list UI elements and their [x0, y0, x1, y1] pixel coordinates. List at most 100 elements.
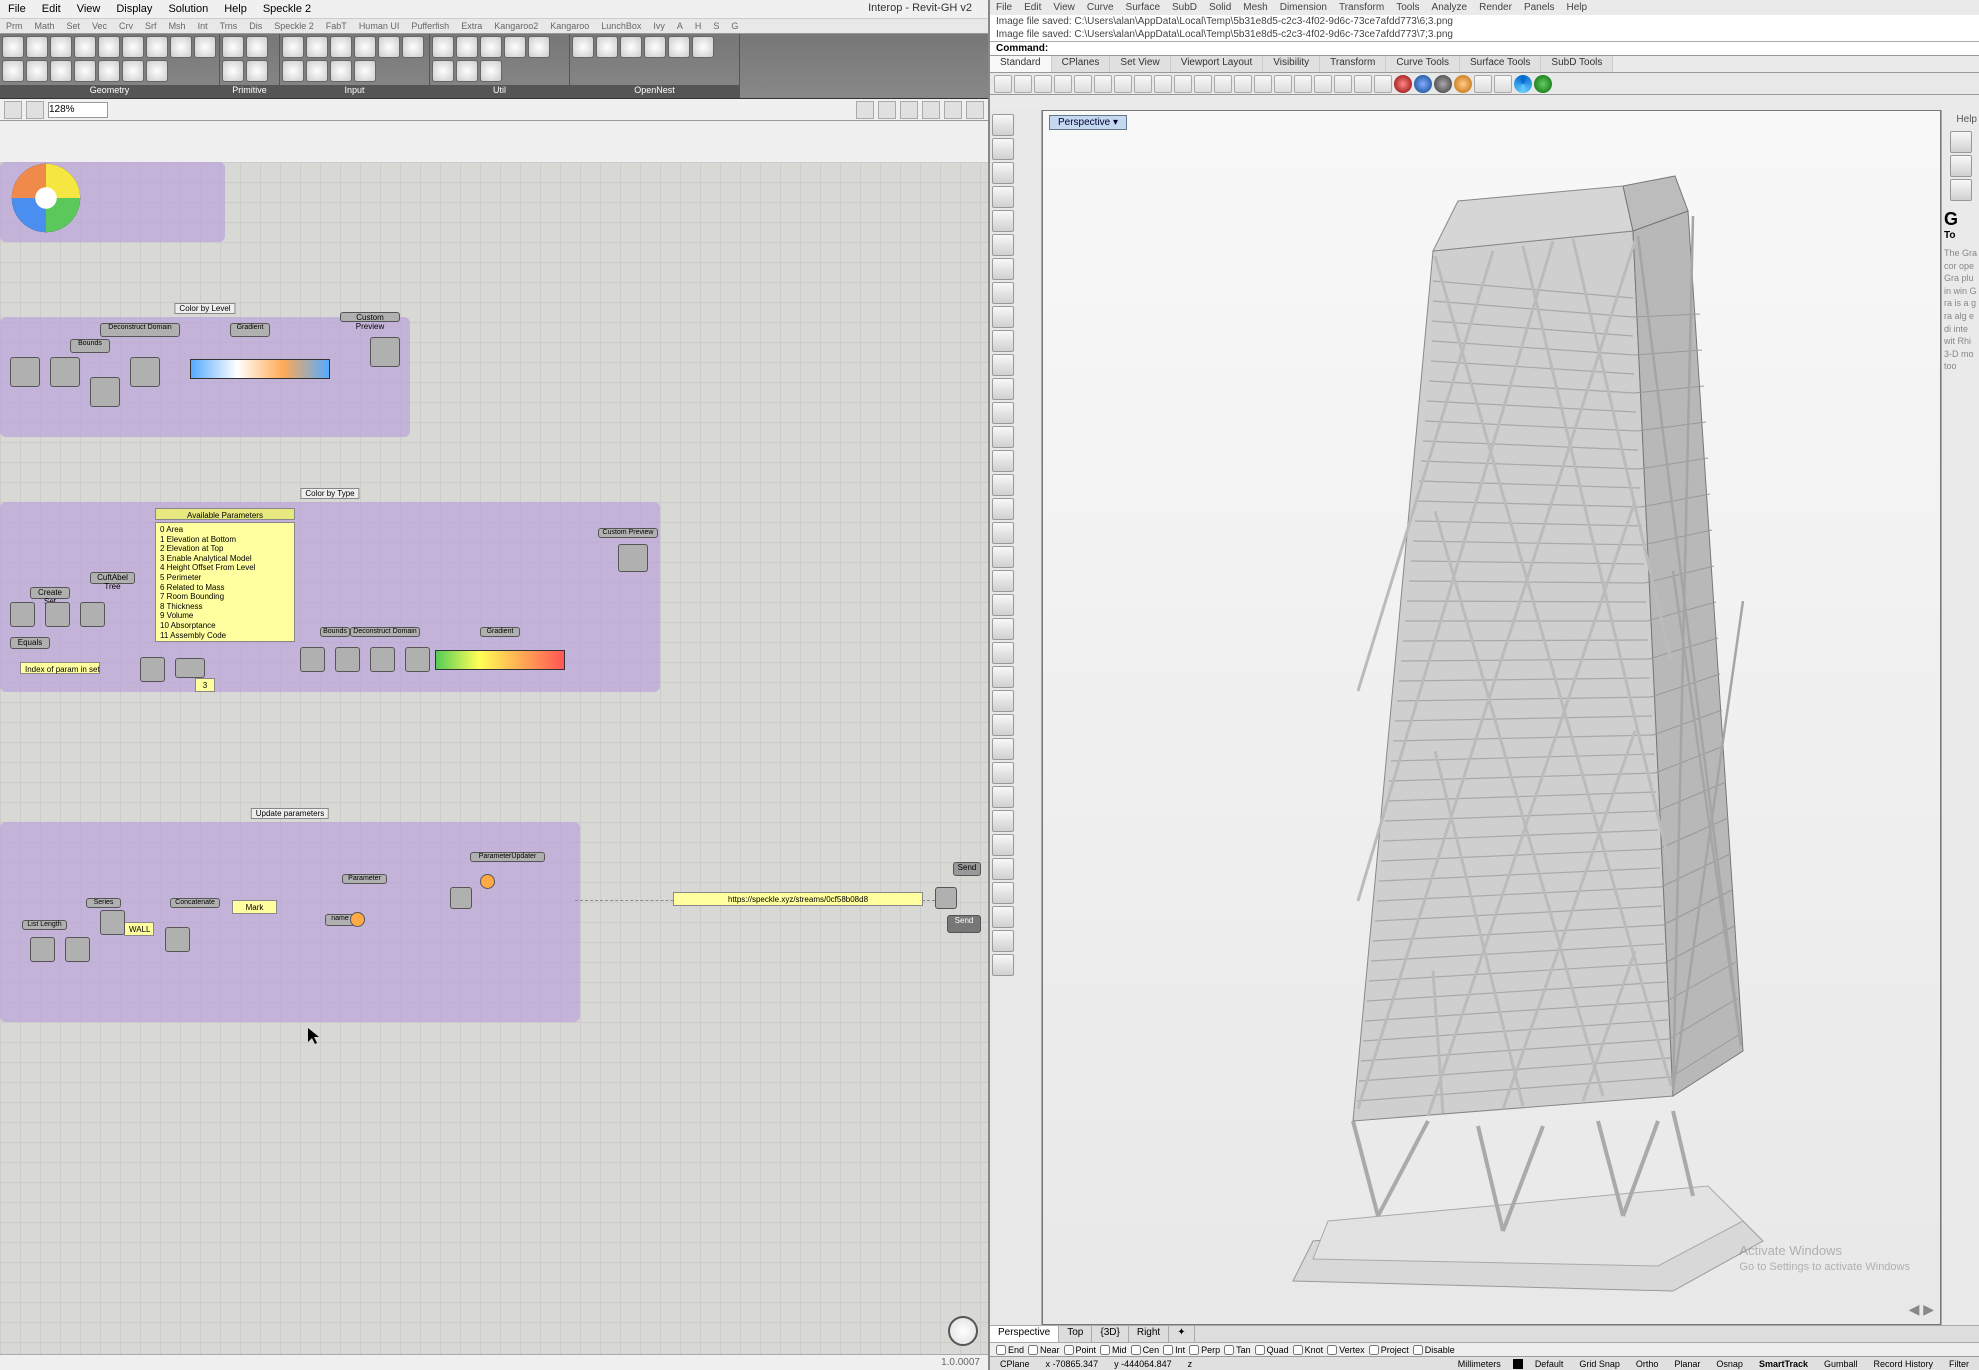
gh-tab-humanui[interactable]: Human UI: [353, 21, 406, 31]
redo-icon[interactable]: [1154, 75, 1172, 93]
zoom-icon[interactable]: [1174, 75, 1192, 93]
osnap-quad[interactable]: Quad: [1255, 1345, 1289, 1355]
node-concatenate[interactable]: Concatenate: [170, 898, 220, 908]
split-icon[interactable]: [992, 690, 1014, 712]
geometry-icon[interactable]: [50, 60, 72, 82]
status-filter[interactable]: Filter: [1945, 1359, 1973, 1369]
node-custom-preview[interactable]: Custom Preview: [598, 528, 658, 538]
gh-menu-edit[interactable]: Edit: [34, 3, 69, 15]
geometry-icon[interactable]: [146, 60, 168, 82]
util-icon[interactable]: [456, 36, 478, 58]
node-custom-preview[interactable]: Custom Preview: [340, 312, 400, 322]
input-icon[interactable]: [354, 36, 376, 58]
properties-icon[interactable]: [1374, 75, 1392, 93]
component-node[interactable]: [10, 357, 40, 387]
rh-command-line[interactable]: Command:: [990, 42, 1979, 56]
open-file-icon[interactable]: [4, 101, 22, 119]
select-icon[interactable]: [992, 114, 1014, 136]
osnap-disable[interactable]: Disable: [1413, 1345, 1455, 1355]
zoom-selected-icon[interactable]: [1214, 75, 1232, 93]
node-bounds[interactable]: Bounds: [320, 627, 350, 637]
component-node[interactable]: [335, 647, 360, 672]
rh-vtab-3d[interactable]: {3D}: [1092, 1326, 1128, 1342]
zoom-extents-icon[interactable]: [1194, 75, 1212, 93]
component-node[interactable]: [90, 377, 120, 407]
geometry-icon[interactable]: [146, 36, 168, 58]
util-icon[interactable]: [480, 36, 502, 58]
geometry-icon[interactable]: [122, 36, 144, 58]
gh-tab-g[interactable]: G: [725, 21, 744, 31]
chamfer-icon[interactable]: [992, 786, 1014, 808]
offset-icon[interactable]: [992, 810, 1014, 832]
zoom-input[interactable]: [48, 102, 108, 118]
preview-icon[interactable]: [878, 101, 896, 119]
geometry-icon[interactable]: [98, 60, 120, 82]
gh-canvas[interactable]: Color by Level Bounds Deconstruct Domain…: [0, 162, 988, 1354]
opennest-icon[interactable]: [644, 36, 666, 58]
rh-command-input[interactable]: [1052, 43, 1973, 54]
surface-icon[interactable]: [992, 450, 1014, 472]
dimension-icon[interactable]: [992, 858, 1014, 880]
gh-tab-lunchbox[interactable]: LunchBox: [595, 21, 647, 31]
rh-help-panel[interactable]: Help G To The Gra cor ope Gra plu in win…: [1941, 110, 1979, 1325]
gh-tab-kangaroo[interactable]: Kangaroo: [544, 21, 595, 31]
geometry-icon[interactable]: [194, 36, 216, 58]
rh-menu-help[interactable]: Help: [1561, 2, 1594, 13]
unlock-icon[interactable]: [1354, 75, 1372, 93]
rh-menu-dimension[interactable]: Dimension: [1274, 2, 1333, 13]
primitive-icon[interactable]: [222, 36, 244, 58]
rectangle-icon[interactable]: [992, 258, 1014, 280]
util-icon[interactable]: [528, 36, 550, 58]
util-icon[interactable]: [480, 60, 502, 82]
loft-icon[interactable]: [992, 474, 1014, 496]
rh-menu-file[interactable]: File: [990, 2, 1018, 13]
curve-icon[interactable]: [992, 354, 1014, 376]
rh-menu-surface[interactable]: Surface: [1120, 2, 1166, 13]
osnap-point[interactable]: Point: [1064, 1345, 1097, 1355]
geometry-icon[interactable]: [26, 60, 48, 82]
osnap-int[interactable]: Int: [1163, 1345, 1185, 1355]
osnap-cen[interactable]: Cen: [1131, 1345, 1160, 1355]
sun-icon[interactable]: [1454, 75, 1472, 93]
group-color-by-type[interactable]: Color by Type Available Parameters 0 Are…: [0, 502, 660, 692]
panel-tab-icon[interactable]: [1950, 179, 1972, 201]
component-node[interactable]: [30, 937, 55, 962]
rh-menu-render[interactable]: Render: [1473, 2, 1518, 13]
options-icon[interactable]: [1474, 75, 1492, 93]
geometry-icon[interactable]: [26, 36, 48, 58]
canvas-compass-icon[interactable]: [948, 1316, 978, 1346]
save-file-icon[interactable]: [26, 101, 44, 119]
add-viewport-icon[interactable]: ✦: [1169, 1326, 1194, 1342]
opennest-icon[interactable]: [572, 36, 594, 58]
util-icon[interactable]: [432, 60, 454, 82]
osnap-mid[interactable]: Mid: [1100, 1345, 1127, 1355]
gh-tab-vec[interactable]: Vec: [86, 21, 113, 31]
status-gridsnap[interactable]: Grid Snap: [1575, 1359, 1624, 1369]
component-node[interactable]: [10, 602, 35, 627]
status-layer[interactable]: Default: [1531, 1359, 1568, 1369]
geometry-icon[interactable]: [122, 60, 144, 82]
group-update-parameters[interactable]: Update parameters ParameterUpdater Param…: [0, 822, 580, 1022]
shade-icon[interactable]: [1434, 75, 1452, 93]
rh-vtab-perspective[interactable]: Perspective: [990, 1326, 1059, 1342]
rotate-icon[interactable]: [992, 570, 1014, 592]
save-file-icon[interactable]: [1034, 75, 1052, 93]
gh-tab-math[interactable]: Math: [29, 21, 61, 31]
sphere-display-icon[interactable]: [966, 101, 984, 119]
view-toggle-icon[interactable]: [856, 101, 874, 119]
rh-tab-standard[interactable]: Standard: [990, 56, 1052, 72]
material-icon[interactable]: [992, 954, 1014, 976]
gh-tab-crv[interactable]: Crv: [113, 21, 139, 31]
cut-icon[interactable]: [1074, 75, 1092, 93]
rh-tab-viewport-layout[interactable]: Viewport Layout: [1171, 56, 1264, 72]
hide-icon[interactable]: [1294, 75, 1312, 93]
gh-tab-a[interactable]: A: [671, 21, 689, 31]
component-node[interactable]: [100, 910, 125, 935]
rh-perspective-viewport[interactable]: Perspective ▾: [1042, 110, 1941, 1325]
osnap-end[interactable]: End: [996, 1345, 1024, 1355]
geometry-icon[interactable]: [98, 36, 120, 58]
rh-vtab-right[interactable]: Right: [1129, 1326, 1169, 1342]
primitive-icon[interactable]: [222, 60, 244, 82]
grid-icon[interactable]: [1254, 75, 1272, 93]
panel-tab-icon[interactable]: [1950, 131, 1972, 153]
